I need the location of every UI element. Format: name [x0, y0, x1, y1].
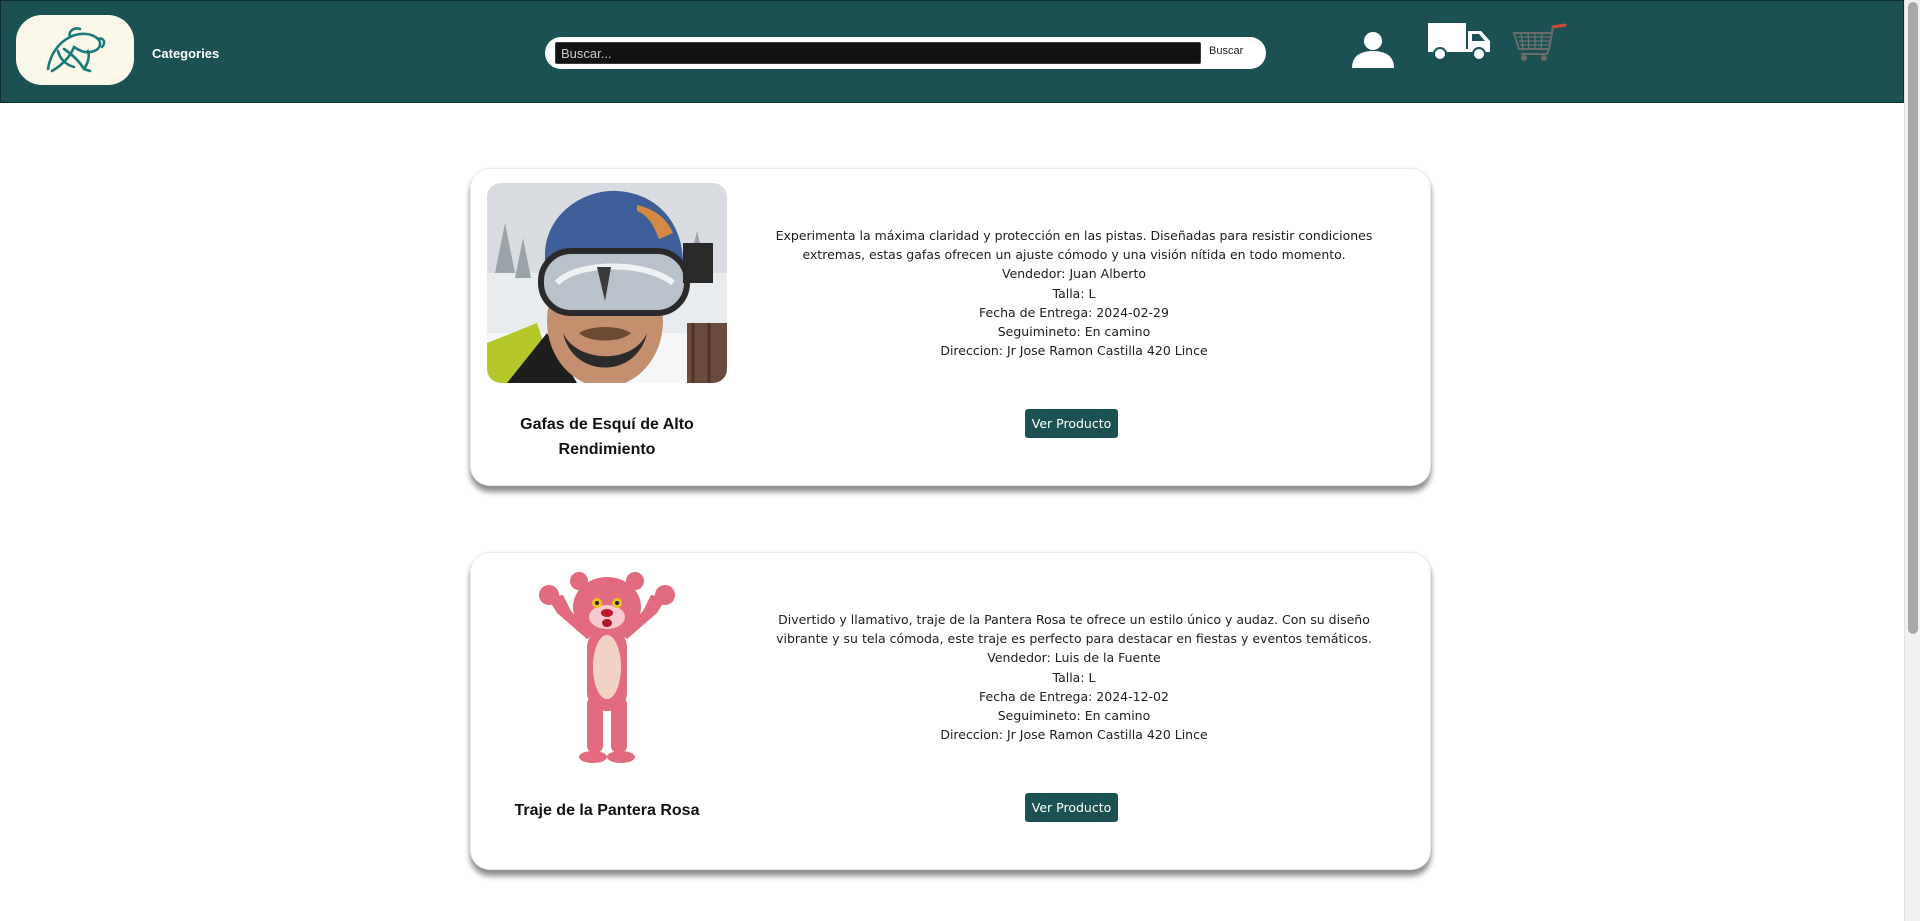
cart-icon[interactable] [1509, 23, 1569, 63]
product-image-ski-goggles [487, 183, 727, 383]
product-description: Experimenta la máxima claridad y protecc… [775, 228, 1373, 263]
logo-icon [46, 27, 106, 73]
product-details: Experimenta la máxima claridad y protecc… [766, 226, 1382, 360]
search-button[interactable]: Buscar [1209, 45, 1243, 57]
product-title: Gafas de Esquí de Alto Rendimiento [520, 416, 694, 458]
truck-icon[interactable] [1427, 21, 1493, 61]
search-bar: Buscar [545, 37, 1266, 69]
user-icon[interactable] [1348, 31, 1398, 69]
view-product-button[interactable]: Ver Producto [1025, 409, 1118, 438]
product-size: Talla: L [1052, 285, 1096, 301]
scrollbar-thumb[interactable] [1908, 2, 1918, 634]
product-image-pink-panther-costume [487, 567, 727, 767]
product-delivery-date: Fecha de Entrega: 2024-02-29 [979, 304, 1169, 320]
logo[interactable] [16, 15, 134, 85]
product-address: Direccion: Jr Jose Ramon Castilla 420 Li… [940, 343, 1208, 359]
product-card: Traje de la Pantera Rosa Divertido y lla… [470, 552, 1431, 870]
search-input[interactable] [555, 42, 1201, 64]
categories-link[interactable]: Categories [152, 46, 219, 61]
product-tracking-status: Seguimineto: En camino [997, 324, 1151, 340]
top-header: Categories Buscar [0, 0, 1904, 103]
product-title: Traje de la Pantera Rosa [514, 802, 700, 819]
product-details: Divertido y llamativo, traje de la Pante… [766, 610, 1382, 744]
product-seller: Vendedor: Juan Alberto [1001, 266, 1146, 282]
product-seller: Vendedor: Luis de la Fuente [987, 650, 1161, 666]
view-product-button[interactable]: Ver Producto [1025, 793, 1118, 822]
product-address: Direccion: Jr Jose Ramon Castilla 420 Li… [940, 727, 1208, 743]
product-size: Talla: L [1052, 669, 1096, 685]
product-card: Gafas de Esquí de Alto Rendimiento Exper… [470, 168, 1431, 486]
product-delivery-date: Fecha de Entrega: 2024-12-02 [979, 688, 1169, 704]
product-description: Divertido y llamativo, traje de la Pante… [776, 612, 1372, 647]
product-tracking-status: Seguimineto: En camino [997, 708, 1151, 724]
vertical-scrollbar[interactable] [1904, 0, 1920, 921]
